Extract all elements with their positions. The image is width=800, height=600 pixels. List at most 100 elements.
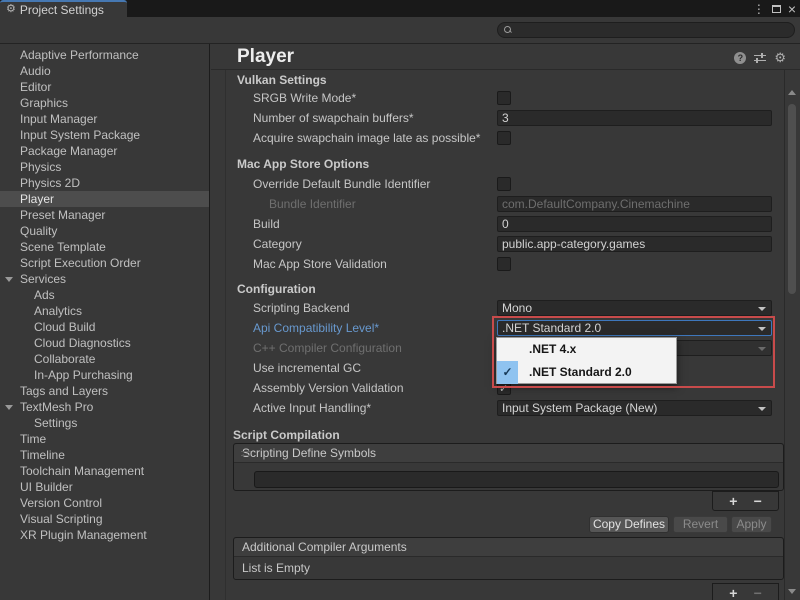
- define-symbol-field[interactable]: [254, 471, 779, 488]
- scroll-down-icon[interactable]: [788, 589, 796, 594]
- sidebar-item-timeline[interactable]: Timeline: [0, 447, 209, 463]
- sidebar-item-toolchain-management[interactable]: Toolchain Management: [0, 463, 209, 479]
- sidebar-item-scene-template[interactable]: Scene Template: [0, 239, 209, 255]
- sidebar-item-audio[interactable]: Audio: [0, 63, 209, 79]
- sidebar-item-xr-plugin-management[interactable]: XR Plugin Management: [0, 527, 209, 543]
- scripting-define-symbols-header: Scripting Define Symbols: [234, 444, 783, 463]
- sidebar-item-in-app-purchasing[interactable]: In-App Purchasing: [0, 367, 209, 383]
- scripting-backend-dropdown[interactable]: Mono: [497, 300, 772, 316]
- sidebar-item-cloud-build[interactable]: Cloud Build: [0, 319, 209, 335]
- search-box[interactable]: [497, 22, 795, 38]
- menu-item-net-standard-20[interactable]: ✓ .NET Standard 2.0: [497, 361, 676, 384]
- setting-row: Scripting Backend Mono: [211, 300, 784, 316]
- section-script-compilation: Script Compilation: [233, 427, 340, 443]
- scrollbar-thumb[interactable]: [788, 104, 796, 294]
- menu-item-net-4x[interactable]: .NET 4.x: [497, 338, 676, 361]
- foldout-arrow-icon[interactable]: [5, 277, 13, 282]
- sidebar-item-time[interactable]: Time: [0, 431, 209, 447]
- sidebar-item-package-manager[interactable]: Package Manager: [0, 143, 209, 159]
- empty-list-label: List is Empty: [234, 557, 783, 579]
- add-button[interactable]: +: [729, 586, 737, 600]
- api-compatibility-dropdown[interactable]: .NET Standard 2.0: [497, 320, 772, 336]
- sidebar-item-version-control[interactable]: Version Control: [0, 495, 209, 511]
- player-header: Player ? ⚙: [211, 44, 800, 70]
- chevron-down-icon: [758, 307, 766, 311]
- check-icon: ✓: [497, 361, 518, 384]
- srgb-write-mode-checkbox[interactable]: [497, 91, 511, 105]
- sidebar-item-adaptive-performance[interactable]: Adaptive Performance: [0, 47, 209, 63]
- tab-project-settings[interactable]: ⚙ Project Settings: [0, 0, 127, 17]
- scrollbar[interactable]: [784, 70, 798, 600]
- api-compatibility-menu: .NET 4.x ✓ .NET Standard 2.0: [496, 337, 677, 384]
- setting-row: Bundle Identifier com.DefaultCompany.Cin…: [211, 196, 784, 212]
- drag-handle-icon[interactable]: [241, 451, 251, 456]
- sidebar-item-graphics[interactable]: Graphics: [0, 95, 209, 111]
- scripting-define-symbols-box: Scripting Define Symbols: [233, 443, 784, 491]
- additional-compiler-arguments-header: Additional Compiler Arguments: [234, 538, 783, 557]
- copy-defines-button[interactable]: Copy Defines: [589, 516, 669, 533]
- sidebar-item-visual-scripting[interactable]: Visual Scripting: [0, 511, 209, 527]
- sidebar-item-editor[interactable]: Editor: [0, 79, 209, 95]
- setting-row: Active Input Handling* Input System Pack…: [211, 400, 784, 416]
- chevron-down-icon: [758, 407, 766, 411]
- setting-row: Override Default Bundle Identifier: [211, 176, 784, 192]
- sidebar-item-quality[interactable]: Quality: [0, 223, 209, 239]
- list-footer: + −: [712, 491, 779, 511]
- page-title: Player: [237, 46, 294, 68]
- build-field[interactable]: 0: [497, 216, 772, 232]
- sidebar-item-collaborate[interactable]: Collaborate: [0, 351, 209, 367]
- active-input-handling-dropdown[interactable]: Input System Package (New): [497, 400, 772, 416]
- additional-compiler-arguments-box: Additional Compiler Arguments List is Em…: [233, 537, 784, 580]
- tab-title: Project Settings: [20, 3, 104, 17]
- sidebar-item-input-system-package[interactable]: Input System Package: [0, 127, 209, 143]
- search-icon: [504, 26, 512, 34]
- sidebar-item-services[interactable]: Services: [0, 271, 209, 287]
- list-footer: + −: [712, 583, 779, 600]
- acquire-swapchain-late-checkbox[interactable]: [497, 131, 511, 145]
- add-button[interactable]: +: [729, 494, 737, 508]
- bundle-identifier-field: com.DefaultCompany.Cinemachine: [497, 196, 772, 212]
- sidebar-item-analytics[interactable]: Analytics: [0, 303, 209, 319]
- window-menu-icon[interactable]: ⋮: [753, 3, 765, 15]
- sidebar-item-tmp-settings[interactable]: Settings: [0, 415, 209, 431]
- section-vulkan-settings: Vulkan Settings: [237, 72, 327, 88]
- gear-icon[interactable]: ⚙: [774, 51, 786, 64]
- chevron-down-icon: [758, 347, 766, 351]
- apply-button[interactable]: Apply: [731, 516, 772, 533]
- setting-row: Api Compatibility Level* .NET Standard 2…: [211, 320, 784, 336]
- sidebar-item-physics[interactable]: Physics: [0, 159, 209, 175]
- sidebar-item-script-execution-order[interactable]: Script Execution Order: [0, 255, 209, 271]
- close-icon[interactable]: ×: [788, 2, 796, 16]
- sidebar-item-cloud-diagnostics[interactable]: Cloud Diagnostics: [0, 335, 209, 351]
- override-bundle-identifier-checkbox[interactable]: [497, 177, 511, 191]
- scroll-up-icon[interactable]: [788, 90, 796, 95]
- sidebar-item-input-manager[interactable]: Input Manager: [0, 111, 209, 127]
- sidebar-item-physics-2d[interactable]: Physics 2D: [0, 175, 209, 191]
- remove-button[interactable]: −: [754, 586, 762, 600]
- remove-button[interactable]: −: [754, 494, 762, 508]
- help-icon[interactable]: ?: [734, 52, 746, 64]
- foldout-arrow-icon[interactable]: [5, 405, 13, 410]
- sidebar-item-player[interactable]: Player: [0, 191, 209, 207]
- settings-sidebar: Adaptive Performance Audio Editor Graphi…: [0, 44, 210, 600]
- maximize-icon[interactable]: [772, 5, 781, 13]
- presets-icon[interactable]: [754, 53, 766, 63]
- setting-row: Number of swapchain buffers* 3: [211, 110, 784, 126]
- player-settings-panel: Vulkan Settings SRGB Write Mode* Number …: [211, 70, 784, 600]
- revert-button[interactable]: Revert: [673, 516, 728, 533]
- search-input[interactable]: [512, 23, 794, 37]
- chevron-down-icon: [758, 327, 766, 331]
- setting-row: SRGB Write Mode*: [211, 90, 784, 106]
- gear-icon: ⚙: [6, 4, 16, 15]
- sidebar-item-ui-builder[interactable]: UI Builder: [0, 479, 209, 495]
- sidebar-item-preset-manager[interactable]: Preset Manager: [0, 207, 209, 223]
- section-configuration: Configuration: [237, 281, 316, 297]
- swapchain-buffers-field[interactable]: 3: [497, 110, 772, 126]
- setting-row: Acquire swapchain image late as possible…: [211, 130, 784, 146]
- sidebar-item-tags-and-layers[interactable]: Tags and Layers: [0, 383, 209, 399]
- sidebar-item-textmesh-pro[interactable]: TextMesh Pro: [0, 399, 209, 415]
- setting-row: Category public.app-category.games: [211, 236, 784, 252]
- category-field[interactable]: public.app-category.games: [497, 236, 772, 252]
- mac-app-store-validation-checkbox[interactable]: [497, 257, 511, 271]
- sidebar-item-ads[interactable]: Ads: [0, 287, 209, 303]
